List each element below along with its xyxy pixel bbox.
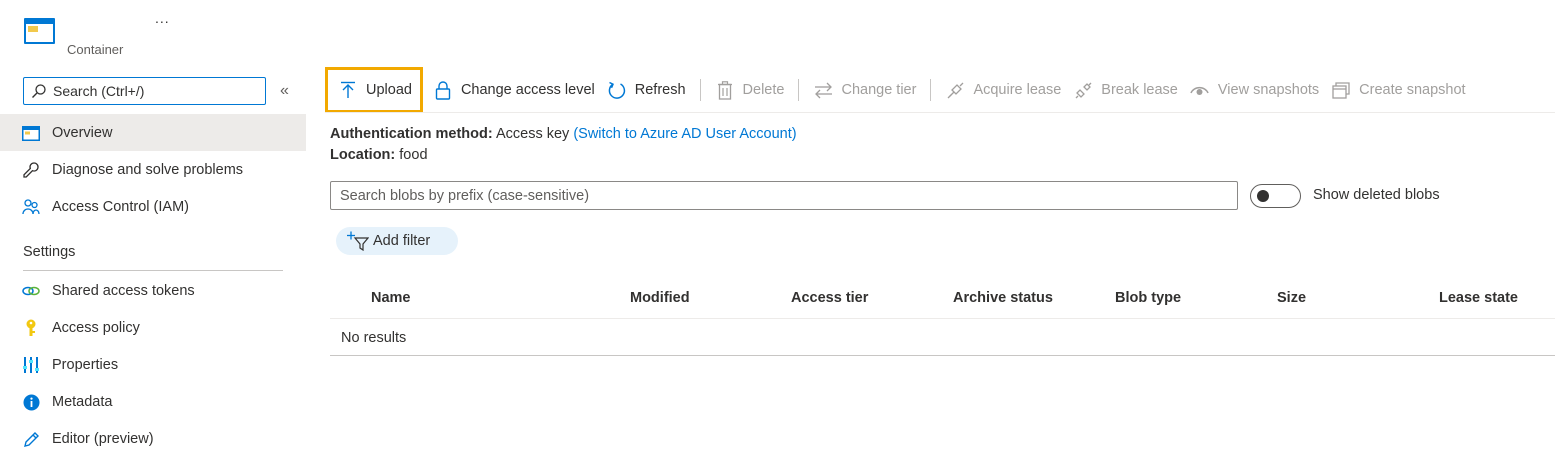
upload-label: Upload — [366, 82, 412, 98]
change-tier-button[interactable]: Change tier — [807, 70, 922, 110]
sidebar-item-label: Access policy — [52, 319, 140, 336]
upload-button[interactable]: Upload — [325, 67, 423, 113]
table-bottom-divider — [330, 355, 1555, 356]
add-filter-icon — [347, 231, 369, 251]
sidebar-item-label: Access Control (IAM) — [52, 198, 189, 215]
switch-auth-link[interactable]: (Switch to Azure AD User Account) — [573, 126, 796, 142]
create-snapshot-label: Create snapshot — [1359, 82, 1466, 98]
lock-icon — [433, 80, 453, 100]
settings-heading: Settings — [23, 244, 76, 260]
column-header-modified[interactable]: Modified — [630, 290, 690, 306]
toolbar-separator — [699, 79, 701, 101]
sidebar-search-input[interactable] — [53, 83, 253, 99]
delete-button[interactable]: Delete — [709, 70, 791, 110]
acquire-lease-icon — [945, 80, 965, 100]
location-row: Location: food — [330, 147, 428, 163]
swap-arrows-icon — [813, 80, 833, 100]
auth-method-row: Authentication method: Access key (Switc… — [330, 126, 797, 142]
location-value: food — [399, 147, 428, 163]
column-header-name[interactable]: Name — [371, 290, 411, 306]
collapse-sidebar-button[interactable]: « — [280, 82, 289, 100]
sidebar-item-label: Metadata — [52, 393, 113, 410]
sidebar-item-access-policy[interactable]: Access policy — [0, 309, 306, 346]
view-snapshots-label: View snapshots — [1217, 82, 1320, 98]
refresh-button[interactable]: Refresh — [601, 70, 692, 110]
column-header-access-tier[interactable]: Access tier — [791, 290, 868, 306]
view-snapshots-button[interactable]: View snapshots — [1184, 70, 1325, 110]
sidebar-item-label: Shared access tokens — [52, 282, 195, 299]
add-filter-button[interactable]: Add filter — [336, 227, 458, 255]
change-tier-label: Change tier — [841, 82, 917, 98]
trash-icon — [715, 80, 735, 100]
show-deleted-label: Show deleted blobs — [1313, 187, 1440, 203]
more-options-button[interactable]: ... — [155, 10, 170, 26]
eye-icon — [1190, 80, 1210, 100]
sidebar-item-diagnose[interactable]: Diagnose and solve problems — [0, 151, 306, 188]
acquire-lease-label: Acquire lease — [973, 82, 1062, 98]
location-label: Location: — [330, 147, 396, 163]
toolbar-divider — [325, 112, 1555, 113]
blob-search-box[interactable] — [330, 181, 1238, 210]
sidebar-item-label: Editor (preview) — [52, 430, 154, 447]
break-lease-label: Break lease — [1101, 82, 1178, 98]
column-header-blob-type[interactable]: Blob type — [1115, 290, 1181, 306]
sidebar-item-metadata[interactable]: Metadata — [0, 383, 306, 420]
key-icon — [22, 319, 40, 337]
sidebar-item-label: Properties — [52, 356, 119, 373]
toggle-knob — [1257, 190, 1269, 202]
upload-icon — [338, 80, 358, 100]
command-bar: Upload Change access level Refresh Delet… — [325, 66, 1472, 114]
sidebar-item-shared-access-tokens[interactable]: Shared access tokens — [0, 272, 306, 309]
sidebar-item-properties[interactable]: Properties — [0, 346, 306, 383]
break-lease-icon — [1073, 80, 1093, 100]
column-header-archive-status[interactable]: Archive status — [953, 290, 1053, 306]
toolbar-separator — [930, 79, 932, 101]
sidebar-search[interactable] — [23, 77, 266, 105]
sidebar-item-overview[interactable]: Overview — [0, 114, 306, 151]
link-icon — [22, 282, 40, 300]
table-header-divider — [330, 318, 1555, 319]
blob-search-input[interactable] — [340, 187, 1220, 204]
container-icon — [22, 124, 40, 142]
people-icon — [22, 198, 40, 216]
sidebar-item-editor[interactable]: Editor (preview) — [0, 420, 306, 457]
column-header-lease-state[interactable]: Lease state — [1439, 290, 1518, 306]
change-access-level-button[interactable]: Change access level — [427, 70, 601, 110]
sidebar-item-label: Overview — [52, 124, 113, 141]
empty-results-message: No results — [341, 330, 407, 346]
search-icon — [32, 84, 46, 98]
pencil-icon — [22, 430, 40, 448]
resource-type-label: Container — [67, 42, 124, 57]
container-icon — [24, 18, 55, 44]
refresh-label: Refresh — [634, 82, 686, 98]
add-filter-label: Add filter — [373, 233, 431, 249]
column-header-size[interactable]: Size — [1277, 290, 1306, 306]
snapshot-icon — [1331, 80, 1351, 100]
sidebar-divider — [23, 270, 283, 271]
wrench-icon — [22, 161, 40, 179]
auth-method-label: Authentication method: — [330, 126, 493, 142]
acquire-lease-button[interactable]: Acquire lease — [939, 70, 1067, 110]
info-icon — [22, 393, 40, 411]
properties-icon — [22, 356, 40, 374]
sidebar-item-label: Diagnose and solve problems — [52, 161, 244, 178]
change-access-level-label: Change access level — [460, 82, 595, 98]
show-deleted-toggle[interactable] — [1250, 184, 1301, 208]
create-snapshot-button[interactable]: Create snapshot — [1325, 70, 1471, 110]
refresh-icon — [607, 80, 627, 100]
auth-method-value: Access key — [495, 126, 570, 142]
sidebar-item-iam[interactable]: Access Control (IAM) — [0, 188, 306, 225]
break-lease-button[interactable]: Break lease — [1067, 70, 1184, 110]
toolbar-separator — [798, 79, 800, 101]
delete-label: Delete — [742, 82, 785, 98]
